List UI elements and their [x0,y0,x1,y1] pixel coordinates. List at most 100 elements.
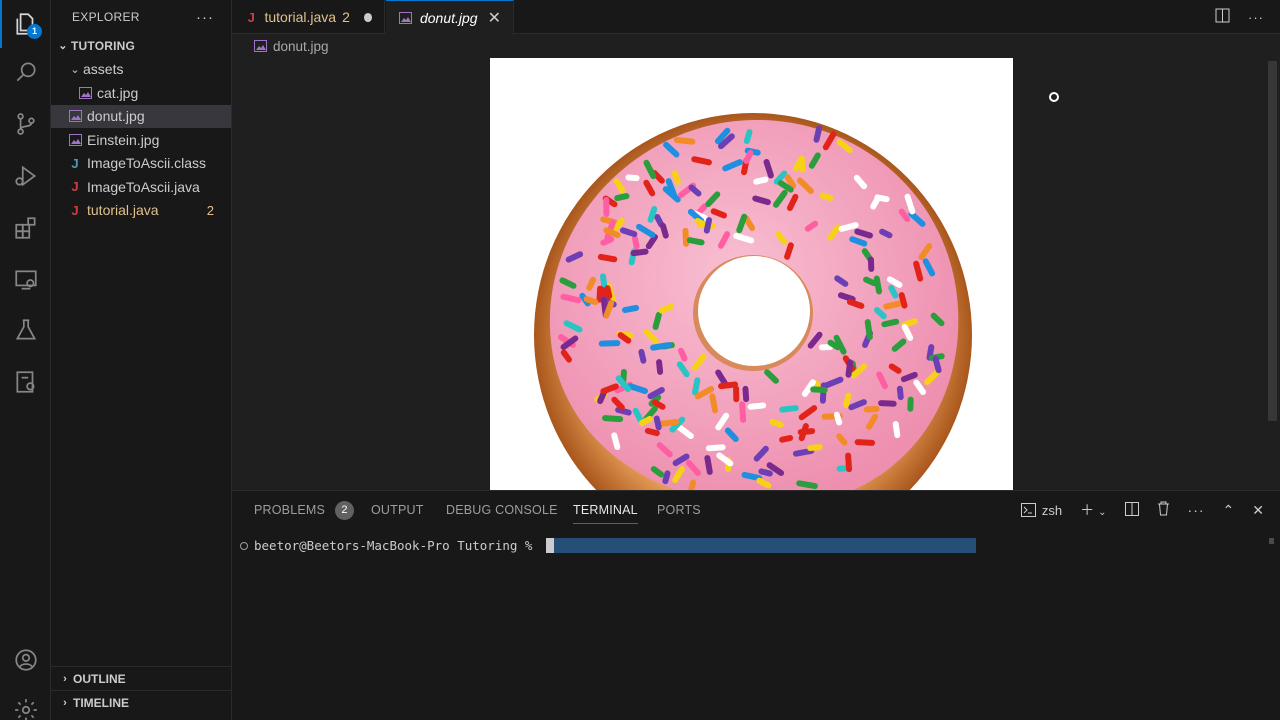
remote-explorer-icon[interactable] [0,256,51,304]
run-debug-icon[interactable] [0,152,51,200]
tab-label: PROBLEMS [254,503,326,517]
breadcrumb-file: donut.jpg [273,38,329,54]
java-file-icon: J [71,202,79,218]
breadcrumb[interactable]: donut.jpg [232,35,329,57]
file-label: tutorial.java [87,202,159,219]
java-file-icon: J [247,9,255,25]
image-file-icon [77,86,93,100]
workspace-root[interactable]: ⌄ TUTORING [51,34,231,58]
terminal-cursor [545,538,554,553]
split-editor-icon[interactable] [1215,8,1230,26]
maximize-panel-icon[interactable]: ⌃ [1223,502,1235,519]
chevron-down-icon: ⌄ [58,40,68,53]
sprinkle [603,196,610,217]
close-icon[interactable]: ✕ [488,8,501,28]
file-label: Einstein.jpg [87,131,160,148]
terminal-icon [1020,503,1036,517]
activity-bar: 1 [0,0,51,720]
sprinkle [819,382,827,404]
split-terminal-icon[interactable] [1124,501,1139,519]
file-item[interactable]: cat.jpg [51,81,231,105]
donut-illustration [534,113,972,490]
editor-tab-bar: J tutorial.java 2 donut.jpg ✕ ··· [232,0,1280,35]
sprinkle [878,400,897,407]
shell-name: zsh [1041,502,1063,518]
file-item[interactable]: Einstein.jpg [51,128,231,152]
files-icon[interactable]: 1 [0,0,51,48]
command-decoration-icon [240,541,248,550]
chevron-right-icon: › [63,672,67,685]
tab-ports[interactable]: PORTS [657,491,701,529]
account-icon[interactable] [0,636,51,684]
tab-problem-count: 2 [342,9,350,25]
tab-label: TERMINAL [573,503,638,517]
tab-debug-console[interactable]: DEBUG CONSOLE [446,491,558,529]
file-item[interactable]: J ImageToAscii.class [51,152,231,176]
file-item[interactable]: J tutorial.java 2 [51,199,231,223]
explorer-title: EXPLORER [72,10,140,24]
vertical-scrollbar[interactable] [1268,61,1277,421]
java-class-file-icon: J [71,155,79,171]
sprinkle [810,386,828,394]
terminal-prompt-line[interactable]: beetor@Beetors-MacBook-Pro Tutoring % [240,538,976,553]
unsaved-dot-icon[interactable] [363,12,372,22]
explorer-header: EXPLORER ··· [51,0,231,34]
workspace-root-label: TUTORING [71,38,136,53]
sprinkle [625,174,640,182]
image-file-icon [398,11,414,25]
tab-label: PORTS [657,503,701,517]
timeline-label: TIMELINE [73,695,129,710]
image-file-icon [67,133,83,147]
more-actions-icon[interactable]: ··· [1188,502,1205,518]
outline-label: OUTLINE [73,671,126,686]
chevron-down-icon: ⌄ [70,63,80,76]
tab-title: tutorial.java [264,9,337,25]
tab-title: donut.jpg [419,10,478,26]
editor-actions: ··· [1215,0,1264,34]
bottom-panel: PROBLEMS 2 OUTPUT DEBUG CONSOLE TERMINAL… [232,490,1280,720]
folder-assets[interactable]: ⌄ assets [51,58,231,82]
sprinkle [867,256,875,272]
tab-donut-jpg[interactable]: donut.jpg ✕ [386,0,514,35]
testing-icon[interactable] [0,306,51,354]
image-file-icon [254,40,267,52]
tab-output[interactable]: OUTPUT [371,491,424,529]
source-control-icon[interactable] [0,100,51,148]
new-terminal-icon[interactable]: ＋ ⌄ [1080,500,1106,520]
terminal-profile[interactable]: zsh [1020,502,1063,518]
sprinkle [907,396,914,412]
tab-tutorial-java[interactable]: J tutorial.java 2 [232,0,385,34]
problems-count-badge: 2 [335,500,355,520]
file-label: donut.jpg [87,108,145,125]
sprinkle [854,439,876,446]
problem-count-badge: 2 [206,202,214,218]
file-label: ImageToAscii.class [87,155,207,172]
terminal-input-highlight [553,538,976,553]
donut-image[interactable] [490,58,1013,490]
kill-terminal-icon[interactable] [1157,501,1170,519]
more-actions-icon[interactable]: ··· [196,9,214,26]
search-icon[interactable] [0,48,51,96]
sprinkle [682,227,690,247]
terminal-scrollbar[interactable] [1269,538,1274,544]
close-panel-icon[interactable]: ✕ [1252,502,1264,519]
file-item[interactable]: J ImageToAscii.java [51,175,231,199]
java-file-icon: J [71,179,79,195]
more-actions-icon[interactable]: ··· [1248,10,1264,25]
tab-terminal[interactable]: TERMINAL [573,491,638,529]
sprinkle [733,385,740,403]
tab-label: DEBUG CONSOLE [446,503,558,517]
extensions-icon[interactable] [0,204,51,252]
file-item-selected[interactable]: donut.jpg [51,104,231,128]
timeline-section[interactable]: › TIMELINE [51,690,232,714]
tab-problems[interactable]: PROBLEMS 2 [254,491,355,529]
file-label: cat.jpg [97,84,139,101]
settings-gear-icon[interactable] [0,686,51,720]
panel-actions: zsh ＋ ⌄ ··· ⌃ ✕ [1020,491,1264,529]
explorer-sidebar: EXPLORER ··· ⌄ TUTORING ⌄ assets cat.jpg… [51,0,232,720]
image-file-icon [67,109,83,123]
docker-icon[interactable] [0,358,51,406]
explorer-badge: 1 [27,24,42,39]
chevron-right-icon: › [63,696,67,709]
outline-section[interactable]: › OUTLINE [51,666,232,690]
